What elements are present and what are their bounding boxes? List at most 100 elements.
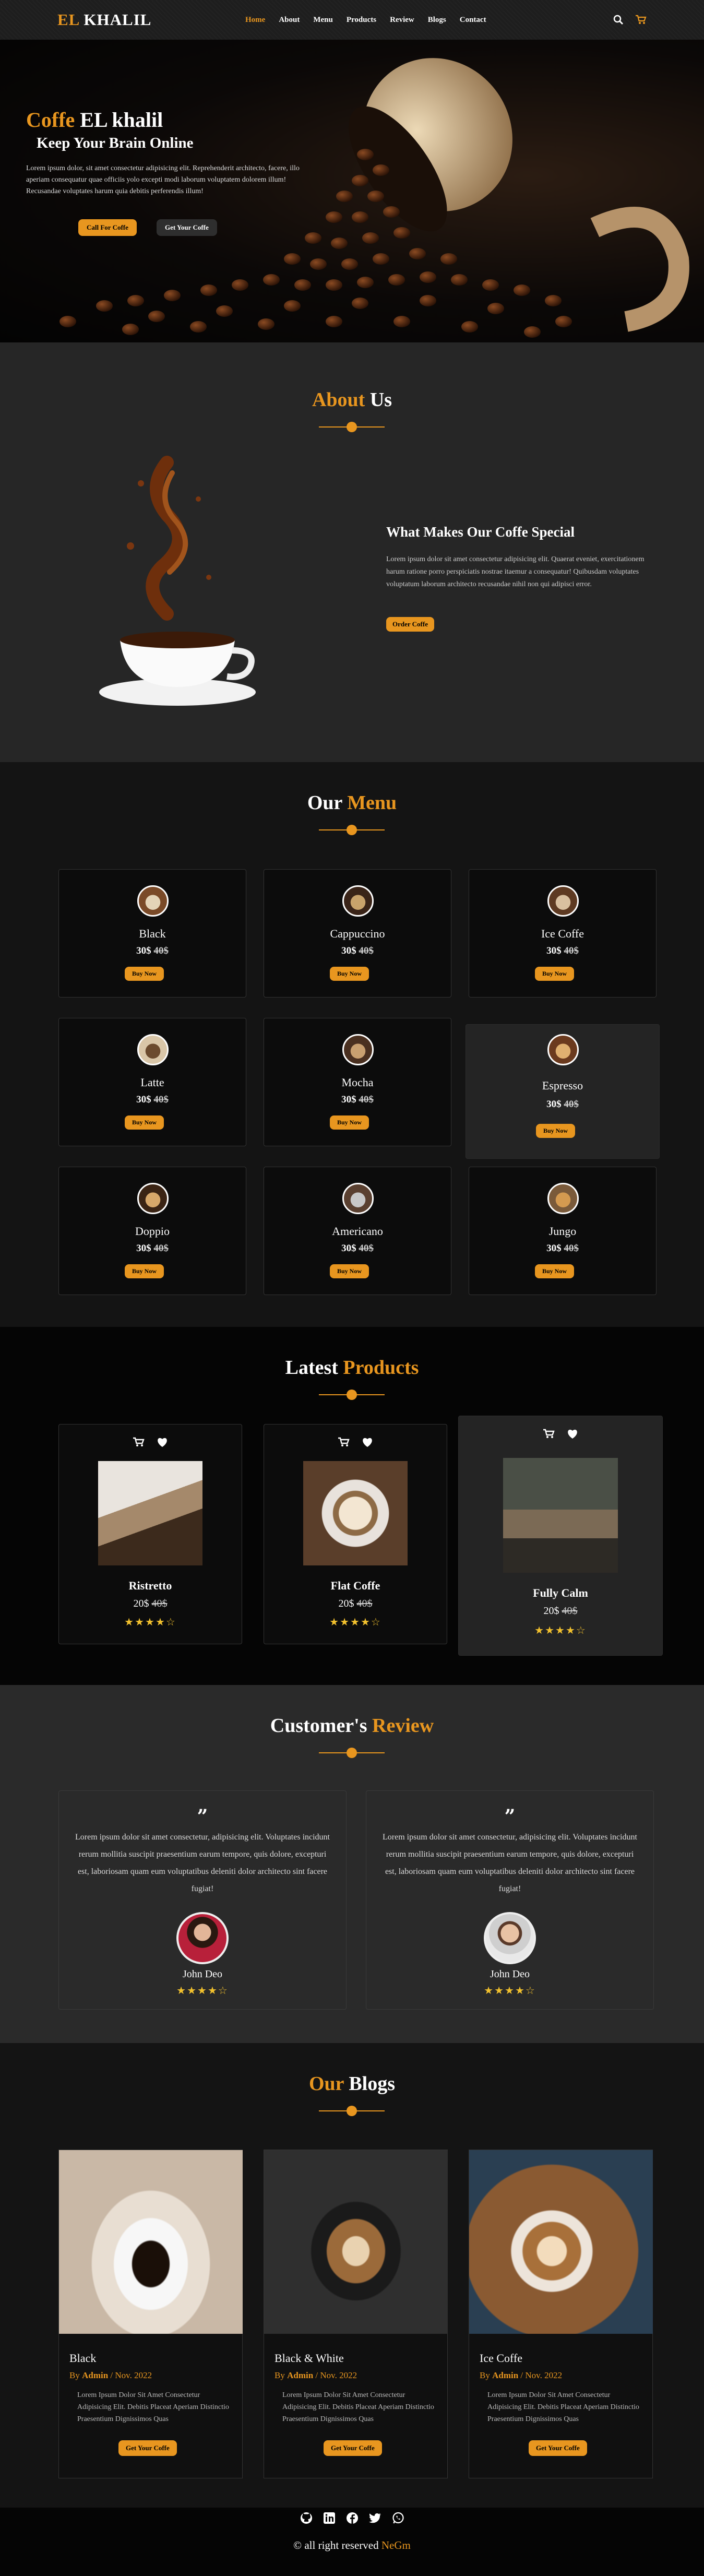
blogs-title-text: Blogs	[343, 2073, 396, 2095]
price-current: 30$	[136, 1243, 151, 1254]
nav-icons	[613, 15, 647, 25]
get-your-coffe-button[interactable]: Get Your Coffe	[157, 219, 217, 236]
heart-icon[interactable]	[362, 1437, 373, 1447]
menu-title-accent: Menu	[342, 792, 397, 814]
menu-item-price: 30$ 40$	[466, 1099, 659, 1110]
menu-item-price: 30$ 40$	[264, 1243, 451, 1254]
cart-icon[interactable]	[543, 1429, 555, 1439]
review-text: Lorem ipsum dolor sit amet consectetur, …	[382, 1833, 637, 1893]
blog-author[interactable]: Admin	[287, 2370, 313, 2380]
get-your-coffe-button[interactable]: Get Your Coffe	[118, 2440, 177, 2456]
blog-description: Lorem Ipsum Dolor Sit Amet Consectetur A…	[282, 2391, 434, 2423]
blog-title: Black & White	[275, 2352, 344, 2365]
nav-link-contact[interactable]: Contact	[460, 16, 486, 25]
product-name: Flat Coffe	[330, 1579, 380, 1592]
products-title-accent: Products	[338, 1357, 419, 1379]
buy-now-button[interactable]: Buy Now	[536, 1124, 576, 1138]
blog-author[interactable]: Admin	[82, 2370, 108, 2380]
buy-now-button[interactable]: Buy Now	[330, 967, 369, 981]
product-price: 20$ 40$	[459, 1605, 662, 1617]
price-old: 40$	[359, 945, 374, 956]
quote-icon: ”	[197, 1806, 208, 1827]
nav-link-home[interactable]: Home	[245, 16, 265, 25]
blog-by: By	[275, 2370, 288, 2380]
linkedin-icon[interactable]	[323, 2512, 336, 2524]
buy-now-button[interactable]: Buy Now	[330, 1115, 369, 1130]
menu-item-name: Black	[139, 927, 166, 940]
menu-item-image	[342, 1034, 374, 1065]
get-your-coffe-button[interactable]: Get Your Coffe	[529, 2440, 587, 2456]
product-card: Flat Coffe 20$ 40$ ★★★★☆	[264, 1424, 447, 1644]
logo[interactable]: EL KHALIL	[57, 10, 151, 29]
about-divider	[319, 421, 385, 433]
blog-description: Lorem Ipsum Dolor Sit Amet Consectetur A…	[77, 2391, 229, 2423]
review-card: ” Lorem ipsum dolor sit amet consectetur…	[58, 1790, 347, 2010]
cart-icon[interactable]	[635, 15, 647, 25]
products-title-text: Latest	[285, 1357, 338, 1379]
buy-now-button[interactable]: Buy Now	[535, 967, 575, 981]
buy-now-button[interactable]: Buy Now	[125, 1115, 164, 1130]
product-name: Fully Calm	[533, 1586, 588, 1599]
price-current: 30$	[341, 1094, 356, 1105]
blogs-title: Our Blogs	[0, 2072, 704, 2095]
copyright-author: NeGm	[381, 2539, 411, 2551]
buy-now-button[interactable]: Buy Now	[125, 967, 164, 981]
search-icon[interactable]	[613, 15, 624, 25]
about-section: About Us What Makes Our Coffe Special Lo…	[0, 342, 704, 762]
menu-item-name: Jungo	[548, 1225, 577, 1238]
menu-card: Espresso 30$ 40$ Buy Now	[466, 1024, 660, 1159]
copyright-text: © all right reserved	[293, 2539, 381, 2551]
menu-item-price: 30$ 40$	[59, 945, 246, 957]
price-current: 30$	[341, 1243, 356, 1254]
order-coffe-button[interactable]: Order Coffe	[386, 617, 434, 632]
blog-meta: By Admin / Nov. 2022	[480, 2370, 563, 2380]
blog-by: By	[69, 2370, 82, 2380]
get-your-coffe-button[interactable]: Get Your Coffe	[324, 2440, 382, 2456]
twitter-icon[interactable]	[368, 2512, 381, 2524]
menu-item-image	[137, 885, 169, 917]
nav-link-products[interactable]: Products	[347, 16, 376, 25]
buy-now-button[interactable]: Buy Now	[535, 1264, 575, 1278]
cart-icon[interactable]	[338, 1437, 350, 1447]
product-rating: ★★★★☆	[329, 1616, 381, 1628]
facebook-icon[interactable]	[346, 2512, 359, 2524]
buy-now-button[interactable]: Buy Now	[330, 1264, 369, 1278]
buy-now-button[interactable]: Buy Now	[125, 1264, 164, 1278]
product-card: Ristretto 20$ 40$ ★★★★☆	[58, 1424, 242, 1644]
price-current: 30$	[341, 945, 356, 956]
menu-item-price: 30$ 40$	[469, 945, 656, 957]
footer: © all right reserved NeGm	[0, 2508, 704, 2576]
github-icon[interactable]	[300, 2512, 313, 2524]
price-old: 40$	[562, 1605, 578, 1617]
menu-item-name: Cappuccino	[330, 927, 385, 940]
blogs-divider	[319, 2105, 385, 2117]
blog-author[interactable]: Admin	[492, 2370, 518, 2380]
nav-menu: Home About Menu Products Review Blogs Co…	[245, 16, 486, 25]
hero-text: Lorem ipsum dolor, sit amet consectetur …	[26, 164, 300, 195]
product-price: 20$ 40$	[59, 1598, 242, 1610]
price-old: 40$	[359, 1094, 374, 1105]
price-current: 30$	[546, 1099, 562, 1110]
heart-icon[interactable]	[157, 1437, 168, 1447]
nav-link-blogs[interactable]: Blogs	[428, 16, 446, 25]
nav-link-menu[interactable]: Menu	[313, 16, 333, 25]
menu-item-image	[547, 885, 579, 917]
navbar: EL KHALIL Home About Menu Products Revie…	[0, 0, 704, 40]
blog-by: By	[480, 2370, 493, 2380]
whatsapp-icon[interactable]	[392, 2512, 404, 2524]
heart-icon[interactable]	[567, 1429, 578, 1439]
blog-date: Nov. 2022	[525, 2370, 563, 2380]
blog-image	[469, 2150, 653, 2334]
menu-card: Mocha 30$ 40$ Buy Now	[264, 1018, 451, 1146]
product-card: Fully Calm 20$ 40$ ★★★★☆	[458, 1416, 663, 1656]
blog-description: Lorem Ipsum Dolor Sit Amet Consectetur A…	[487, 2391, 639, 2423]
call-for-coffe-button[interactable]: Call For Coffe	[78, 219, 137, 236]
nav-link-about[interactable]: About	[279, 16, 300, 25]
cart-icon[interactable]	[133, 1437, 145, 1447]
product-actions	[264, 1437, 447, 1447]
price-old: 40$	[153, 1094, 169, 1105]
price-current: 20$	[338, 1598, 354, 1609]
price-current: 20$	[133, 1598, 149, 1609]
nav-link-review[interactable]: Review	[390, 16, 414, 25]
hero-title-text: EL khalil	[75, 108, 163, 132]
